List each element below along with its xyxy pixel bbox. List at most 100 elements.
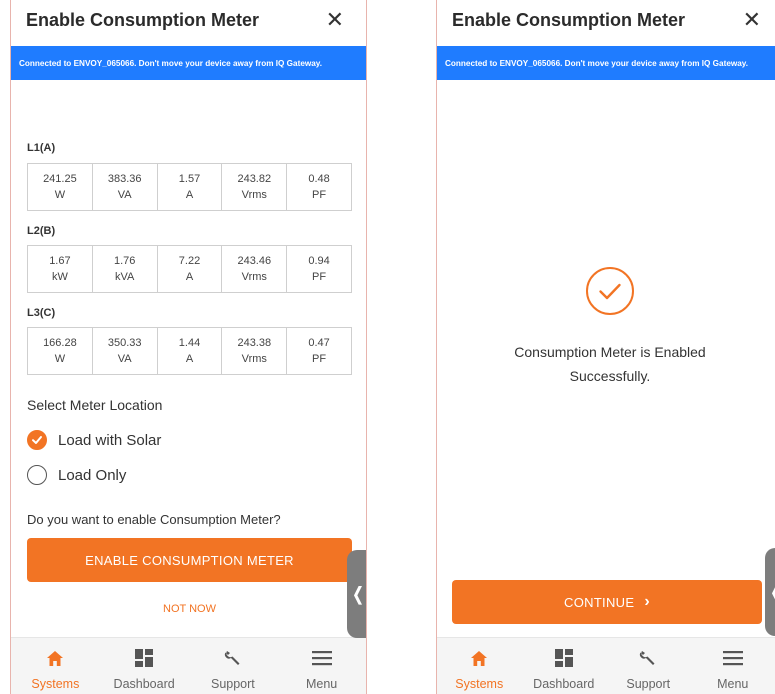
- meter-value: 0.47: [308, 337, 330, 349]
- meter-unit: Vrms: [241, 353, 267, 365]
- header: Enable Consumption Meter ✕: [437, 0, 775, 46]
- meter-value: 243.38: [237, 337, 272, 349]
- meter-unit: kVA: [115, 271, 135, 283]
- meter-unit: Vrms: [241, 189, 267, 201]
- meter-cell: 1.76 kVA: [93, 246, 158, 292]
- radio-label: Load Only: [58, 466, 127, 484]
- tab-label: Dashboard: [533, 677, 595, 691]
- meter-value: 166.28: [43, 337, 77, 349]
- continue-label: CONTINUE: [564, 594, 635, 610]
- meter-cell: 7.22 A: [158, 246, 223, 292]
- success-line: Consumption Meter is Enabled: [514, 344, 706, 360]
- tab-menu[interactable]: Menu: [691, 638, 775, 694]
- meter-cell: 166.28 W: [28, 328, 93, 374]
- meter-unit: A: [185, 271, 194, 283]
- meter-value: 1.67: [49, 255, 71, 267]
- tab-label: Menu: [305, 677, 338, 691]
- enable-question: Do you want to enable Consumption Meter?: [27, 512, 281, 527]
- menu-icon: [311, 648, 332, 668]
- close-icon[interactable]: ✕: [743, 9, 761, 31]
- meter-value: 1.57: [178, 173, 201, 185]
- phase-label-l1: L1(A): [27, 142, 56, 154]
- radio-load-only[interactable]: Load Only: [27, 465, 126, 485]
- connection-banner: Connected to ENVOY_065066. Don't move yo…: [437, 46, 775, 80]
- meter-unit: A: [185, 189, 194, 201]
- meter-cell: 1.44 A: [158, 328, 223, 374]
- meter-cell: 0.48 PF: [287, 164, 351, 210]
- meter-cell: 241.25 W: [28, 164, 93, 210]
- meter-unit: VA: [117, 189, 132, 201]
- meter-value: 243.82: [237, 173, 272, 185]
- tab-label: Dashboard: [113, 677, 175, 691]
- tab-systems[interactable]: Systems: [11, 638, 100, 694]
- meter-grid-l2: 1.67 kW 1.76 kVA 7.22 A 243.46 Vrms 0.94 PF: [27, 245, 352, 293]
- enable-meter-screen: Enable Consumption Meter ✕ Connected to …: [10, 0, 367, 694]
- continue-button[interactable]: CONTINUE ›: [452, 580, 762, 624]
- tab-menu[interactable]: Menu: [277, 638, 366, 694]
- tab-label: Systems: [31, 677, 80, 691]
- wrench-icon: [224, 648, 242, 668]
- connection-banner: Connected to ENVOY_065066. Don't move yo…: [11, 46, 366, 80]
- tab-dashboard[interactable]: Dashboard: [522, 638, 607, 694]
- tab-systems[interactable]: Systems: [437, 638, 522, 694]
- tab-bar: Systems Dashboard Support Menu: [437, 637, 775, 694]
- meter-cell: 243.38 Vrms: [222, 328, 288, 374]
- side-handle[interactable]: ❬: [765, 548, 775, 636]
- radio-checked-icon[interactable]: [27, 430, 47, 450]
- side-handle[interactable]: ❬: [347, 550, 366, 638]
- check-icon: [32, 436, 42, 444]
- tab-support[interactable]: Support: [606, 638, 691, 694]
- not-now-button[interactable]: NOT NOW: [11, 603, 366, 615]
- dashboard-icon: [554, 648, 573, 668]
- menu-icon: [722, 648, 743, 668]
- meter-unit: W: [54, 189, 66, 201]
- meter-cell: 243.82 Vrms: [222, 164, 288, 210]
- meter-value: 7.22: [178, 255, 201, 267]
- close-icon[interactable]: ✕: [326, 9, 344, 31]
- tab-label: Support: [626, 677, 671, 691]
- meter-unit: W: [54, 353, 66, 365]
- meter-cell: 383.36 VA: [93, 164, 158, 210]
- meter-grid-l3: 166.28 W 350.33 VA 1.44 A 243.38 Vrms 0.47 PF: [27, 327, 352, 375]
- meter-unit: Vrms: [241, 271, 267, 283]
- meter-unit: VA: [117, 353, 132, 365]
- meter-cell: 0.94 PF: [287, 246, 351, 292]
- wrench-icon: [639, 648, 657, 668]
- meter-value: 1.44: [178, 337, 201, 349]
- meter-value: 1.76: [113, 255, 136, 267]
- page-title: Enable Consumption Meter: [26, 10, 260, 30]
- meter-grid-l1: 241.25 W 383.36 VA 1.57 A 243.82 Vrms 0.48 PF: [27, 163, 352, 211]
- radio-unchecked-icon[interactable]: [27, 465, 47, 485]
- meter-unit: PF: [312, 353, 327, 365]
- meter-unit: PF: [312, 271, 327, 283]
- dashboard-icon: [135, 648, 154, 668]
- success-line: Successfully.: [569, 368, 651, 384]
- meter-value: 0.94: [308, 255, 330, 267]
- tab-label: Support: [210, 677, 255, 691]
- tab-support[interactable]: Support: [189, 638, 278, 694]
- tab-dashboard[interactable]: Dashboard: [100, 638, 189, 694]
- meter-value: 383.36: [107, 173, 142, 185]
- meter-cell: 350.33 VA: [93, 328, 158, 374]
- radio-load-with-solar[interactable]: Load with Solar: [27, 430, 161, 450]
- meter-location-title: Select Meter Location: [27, 397, 163, 413]
- chevron-right-icon: ›: [644, 593, 650, 610]
- meter-enabled-screen: Enable Consumption Meter ✕ Connected to …: [436, 0, 775, 694]
- home-icon: [46, 648, 64, 668]
- tab-label: Systems: [455, 677, 504, 691]
- page-title: Enable Consumption Meter: [452, 10, 686, 30]
- radio-label: Load with Solar: [58, 431, 162, 449]
- meter-value: 243.46: [237, 255, 272, 267]
- check-circle-icon: [585, 266, 635, 316]
- meter-cell: 243.46 Vrms: [222, 246, 288, 292]
- meter-unit: A: [185, 353, 194, 365]
- home-icon: [470, 648, 488, 668]
- meter-cell: 1.67 kW: [28, 246, 93, 292]
- meter-unit: PF: [312, 189, 327, 201]
- enable-consumption-meter-button[interactable]: ENABLE CONSUMPTION METER: [27, 538, 352, 582]
- tab-bar: Systems Dashboard Support Menu: [11, 637, 366, 694]
- tab-label: Menu: [717, 677, 749, 691]
- meter-cell: 1.57 A: [158, 164, 223, 210]
- phase-label-l3: L3(C): [27, 307, 56, 319]
- header: Enable Consumption Meter ✕: [11, 0, 366, 46]
